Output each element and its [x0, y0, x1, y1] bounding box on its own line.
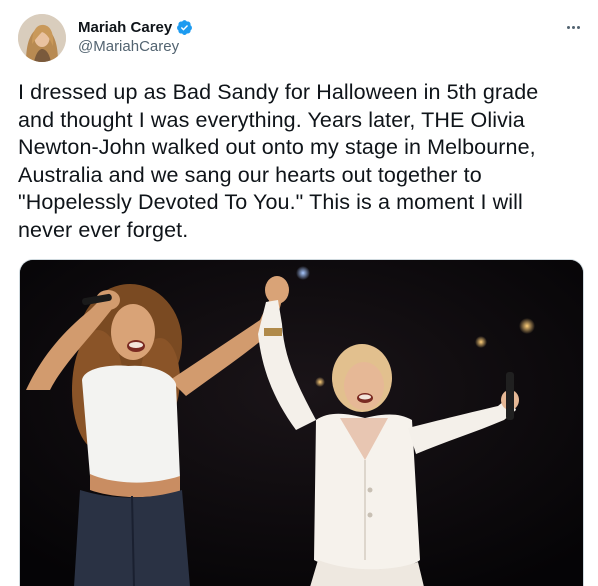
author-name-row[interactable]: Mariah Carey: [78, 16, 193, 38]
avatar[interactable]: [18, 14, 66, 62]
tweet-text-line: Australia and we sang our hearts out tog…: [18, 162, 482, 187]
display-name[interactable]: Mariah Carey: [78, 19, 172, 36]
tweet-photo[interactable]: [19, 259, 584, 586]
author-handle[interactable]: @MariahCarey: [78, 38, 179, 55]
concert-photo-image: [20, 260, 583, 586]
tweet-text-line: "Hopelessly Devoted To You." This is a m…: [18, 190, 523, 215]
tweet-text-line: and thought I was everything. Years late…: [18, 107, 525, 132]
verified-badge-icon: [176, 19, 193, 36]
tweet-text-line: I dressed up as Bad Sandy for Halloween …: [18, 80, 539, 104]
tweet-text: I dressed up as Bad Sandy for Halloween …: [18, 79, 586, 245]
tweet-text-line: never ever forget.: [18, 217, 189, 242]
avatar-image: [18, 14, 66, 62]
tweet-card: Mariah Carey @MariahCarey I dressed up a…: [0, 0, 598, 586]
tweet-text-line: Newton-John walked out onto my stage in …: [18, 135, 536, 160]
more-options-icon[interactable]: [564, 18, 582, 36]
